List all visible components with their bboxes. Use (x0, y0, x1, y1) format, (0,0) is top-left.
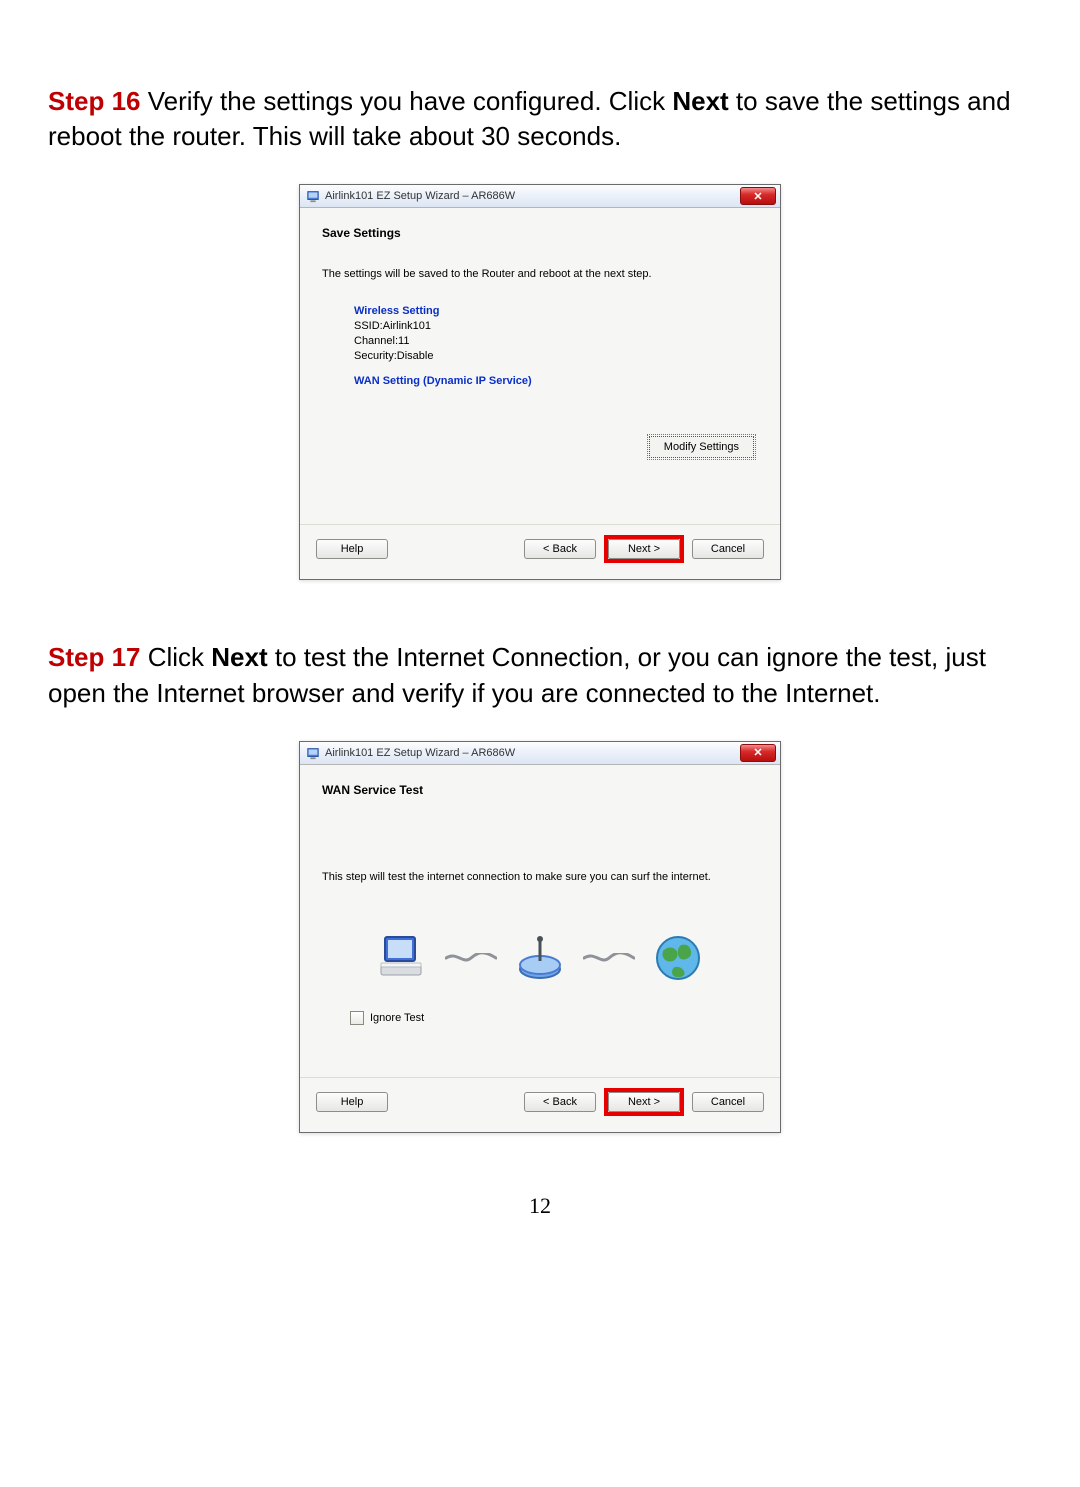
router-icon (515, 933, 565, 983)
page-number: 12 (48, 1193, 1032, 1219)
dialog1-heading: Save Settings (322, 226, 758, 240)
close-icon[interactable]: ✕ (740, 187, 776, 205)
step17-paragraph: Step 17 Click Next to test the Internet … (48, 640, 1032, 710)
wan-setting-heading: WAN Setting (Dynamic IP Service) (354, 374, 654, 389)
dialog2-subtext: This step will test the internet connect… (322, 871, 758, 883)
step17-text-a: Click (141, 642, 212, 672)
help-button[interactable]: Help (316, 1092, 388, 1112)
step17-next-word: Next (211, 642, 267, 672)
dialog1-title: Airlink101 EZ Setup Wizard – AR686W (325, 190, 515, 202)
cancel-button[interactable]: Cancel (692, 1092, 764, 1112)
step16-next-word: Next (672, 86, 728, 116)
next-highlight: Next > (604, 1088, 684, 1116)
dialog2-heading: WAN Service Test (322, 783, 758, 797)
globe-icon (653, 933, 703, 983)
ssid-line: SSID:Airlink101 (354, 319, 654, 334)
channel-line: Channel:11 (354, 334, 654, 349)
network-diagram (322, 933, 758, 983)
cable-icon (583, 947, 635, 969)
next-button[interactable]: Next > (608, 539, 680, 559)
wireless-setting-heading: Wireless Setting (354, 304, 654, 319)
save-settings-dialog: Airlink101 EZ Setup Wizard – AR686W ✕ Sa… (299, 184, 781, 580)
dialog2-title: Airlink101 EZ Setup Wizard – AR686W (325, 747, 515, 759)
app-icon (306, 189, 320, 203)
computer-icon (377, 933, 427, 983)
titlebar: Airlink101 EZ Setup Wizard – AR686W ✕ (300, 742, 780, 765)
security-line: Security:Disable (354, 349, 654, 364)
wan-test-dialog: Airlink101 EZ Setup Wizard – AR686W ✕ WA… (299, 741, 781, 1133)
app-icon (306, 746, 320, 760)
settings-summary: Wireless Setting SSID:Airlink101 Channel… (354, 304, 654, 388)
next-button[interactable]: Next > (608, 1092, 680, 1112)
cable-icon (445, 947, 497, 969)
dialog1-subtext: The settings will be saved to the Router… (322, 268, 758, 280)
titlebar: Airlink101 EZ Setup Wizard – AR686W ✕ (300, 185, 780, 208)
help-button[interactable]: Help (316, 539, 388, 559)
back-button[interactable]: < Back (524, 1092, 596, 1112)
next-highlight: Next > (604, 535, 684, 563)
cancel-button[interactable]: Cancel (692, 539, 764, 559)
close-icon[interactable]: ✕ (740, 744, 776, 762)
modify-settings-button[interactable]: Modify Settings (649, 436, 754, 458)
back-button[interactable]: < Back (524, 539, 596, 559)
step17-label: Step 17 (48, 642, 141, 672)
step16-label: Step 16 (48, 86, 141, 116)
step16-paragraph: Step 16 Verify the settings you have con… (48, 84, 1032, 154)
ignore-test-label: Ignore Test (370, 1012, 424, 1024)
ignore-test-checkbox[interactable] (350, 1011, 364, 1025)
step16-text-a: Verify the settings you have configured.… (141, 86, 673, 116)
